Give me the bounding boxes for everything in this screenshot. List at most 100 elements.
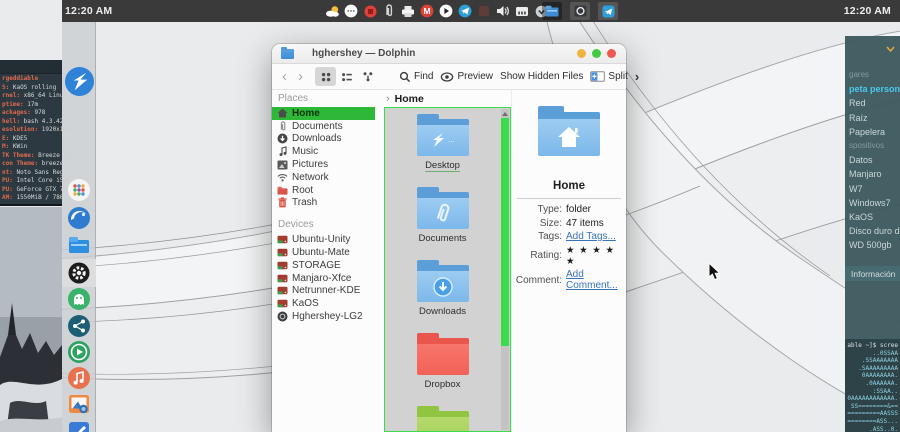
dolphin-window-task[interactable]	[542, 2, 562, 20]
device-item-storage[interactable]: STORAGE	[272, 259, 375, 272]
icons-view-button[interactable]	[315, 67, 336, 86]
places-item-documents[interactable]: Documents	[272, 120, 375, 133]
right-places-item[interactable]: peta personal	[849, 82, 900, 96]
minimize-button[interactable]	[577, 49, 586, 58]
scrollbar-handle[interactable]	[501, 118, 509, 346]
titlebar[interactable]: hghershey — Dolphin	[272, 44, 626, 64]
details-view-button[interactable]	[357, 67, 378, 86]
pictures-icon	[277, 159, 288, 170]
places-item-network[interactable]: Network	[272, 171, 375, 184]
file-item[interactable]	[416, 406, 469, 431]
mountain-photo	[0, 206, 62, 432]
find-button[interactable]: Find	[399, 71, 433, 83]
forward-button[interactable]: ›	[296, 69, 305, 84]
clock-left[interactable]: 12:20 AM	[65, 5, 112, 17]
right-places-item[interactable]: Manjaro	[849, 167, 900, 181]
dock-share-app[interactable]	[62, 314, 96, 338]
inactive-app-icon[interactable]	[476, 3, 492, 19]
drive-icon	[277, 298, 288, 309]
right-places-item[interactable]: W7	[849, 182, 900, 196]
dock-ghost-app[interactable]	[62, 287, 96, 311]
chevron-down-icon[interactable]	[886, 46, 895, 52]
paperclip-icon[interactable]	[381, 3, 397, 19]
information-tab[interactable]: Información	[845, 266, 900, 281]
compact-view-button[interactable]	[336, 67, 357, 86]
file-downloads[interactable]: Downloads	[416, 260, 469, 320]
telegram-window-task[interactable]	[598, 2, 618, 20]
dock-music-app[interactable]	[62, 366, 96, 390]
window-folder-icon	[281, 46, 294, 59]
file-desktop[interactable]: ... Desktop	[416, 114, 469, 174]
device-item-kaos[interactable]: KaOS	[272, 297, 375, 310]
places-item-downloads[interactable]: Downloads	[272, 133, 375, 146]
device-item-hghershey-lg2[interactable]: Hghershey-LG2	[272, 310, 375, 323]
right-places-item[interactable]: Red	[849, 96, 900, 110]
breadcrumb[interactable]: › Home	[384, 90, 511, 107]
dock-paint-app[interactable]	[62, 420, 96, 432]
file-dropbox[interactable]: Dropbox	[416, 333, 469, 393]
places-item-label: Home	[292, 107, 320, 119]
device-item-label: STORAGE	[292, 259, 341, 271]
device-item-ubuntu-unity[interactable]: Ubuntu-Unity	[272, 233, 375, 246]
screenfetch-line: ========ASS...	[847, 417, 898, 425]
right-places-item[interactable]: WD 500gb	[849, 238, 900, 252]
telegram-icon[interactable]	[457, 3, 473, 19]
dock-photos-app[interactable]	[62, 392, 96, 416]
device-item-netrunner-kde[interactable]: Netrunner-KDE	[272, 285, 375, 298]
recorder-icon[interactable]	[362, 3, 378, 19]
add-comment-link[interactable]: Add Comment...	[566, 269, 626, 291]
file-documents[interactable]: Documents	[416, 187, 469, 247]
maximize-button[interactable]	[592, 49, 601, 58]
device-item-ubuntu-mate[interactable]: Ubuntu-Mate	[272, 246, 375, 259]
dock-browser[interactable]	[62, 206, 96, 230]
dock-kaos-launcher[interactable]	[62, 66, 96, 97]
right-places-item[interactable]: Papelera	[849, 125, 900, 139]
places-item-home[interactable]: Home	[272, 107, 375, 120]
toolbar-overflow-button[interactable]: ›	[635, 69, 639, 84]
dock-app-grid[interactable]	[62, 178, 96, 202]
show-hidden-files-button[interactable]: Show Hidden Files	[500, 71, 583, 82]
volume-icon[interactable]	[495, 3, 511, 19]
rating-stars[interactable]: ★ ★ ★ ★ ★	[566, 245, 626, 267]
device-item-manjaro-xfce[interactable]: Manjaro-Xfce	[272, 272, 375, 285]
background-terminal-window[interactable]: rgeddiable S: KaOS rolling rnel: x86_64 Li…	[0, 60, 71, 206]
terminal-line: S: KaOS rolling	[2, 83, 57, 91]
dock-media-player[interactable]	[62, 340, 96, 364]
split-button[interactable]: Split	[590, 71, 628, 82]
right-places-item[interactable]: Disco duro de 34,2	[849, 224, 900, 238]
right-places-item[interactable]: Raíz	[849, 111, 900, 125]
size-value: 47 items	[566, 217, 604, 229]
scrollbar[interactable]	[501, 109, 509, 430]
background-filemanager-window[interactable]: gares peta personalRedRaízPapelera spositi…	[845, 36, 900, 432]
clock-right[interactable]: 12:20 AM	[844, 5, 891, 17]
screenfetch-line: able ~]$ scree	[847, 342, 898, 349]
scroll-up-arrow[interactable]	[501, 110, 509, 117]
dock-file-manager[interactable]	[62, 233, 96, 257]
right-places-item[interactable]: Windows7	[849, 196, 900, 210]
messenger-icon[interactable]	[343, 3, 359, 19]
recorder-window-task[interactable]	[570, 2, 590, 20]
screenfetch-line: .ASS..0.	[869, 425, 898, 432]
terminal-line: hell: bash 4.3.42	[2, 117, 64, 125]
preview-button[interactable]: Preview	[440, 71, 493, 82]
places-item-root[interactable]: Root	[272, 184, 375, 197]
places-item-music[interactable]: Music	[272, 145, 375, 158]
back-button[interactable]: ‹	[280, 69, 289, 84]
gmail-icon[interactable]: M	[419, 3, 435, 19]
dock-settings[interactable]	[62, 259, 96, 287]
folder-view[interactable]: ... Desktop Documents Downloads Dropbox	[384, 107, 511, 432]
close-button[interactable]	[607, 49, 616, 58]
places-item-pictures[interactable]: Pictures	[272, 158, 375, 171]
printer-icon[interactable]	[400, 3, 416, 19]
weather-icon[interactable]	[324, 3, 340, 19]
right-places-item[interactable]: KaOS	[849, 210, 900, 224]
media-play-icon[interactable]	[438, 3, 454, 19]
file-label: Desktop	[425, 160, 460, 172]
breadcrumb-label[interactable]: Home	[395, 93, 424, 105]
info-divider	[516, 198, 622, 199]
add-tags-link[interactable]: Add Tags...	[566, 231, 626, 242]
network-icon[interactable]	[514, 3, 530, 19]
right-places-item[interactable]: Datos	[849, 153, 900, 167]
places-item-trash[interactable]: Trash	[272, 197, 375, 210]
drive-icon	[277, 260, 288, 271]
